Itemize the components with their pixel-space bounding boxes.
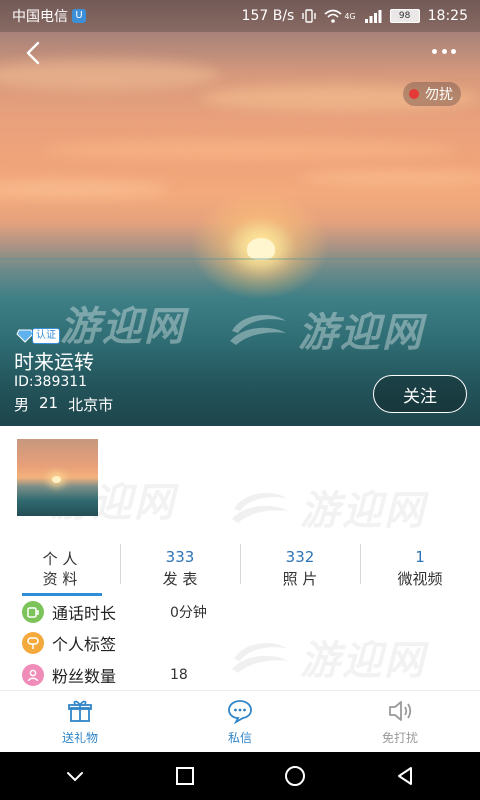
user-age: 21 [39,394,59,412]
private-message-label: 私信 [227,731,252,745]
info-row-call-duration: 通话时长 0分钟 [22,600,207,624]
tab-profile[interactable]: 个 人 资 料 [0,540,120,596]
watermark-text: 游迎网 [300,488,426,534]
clock: 18:25 [427,8,468,24]
tab-videos-count: 1 [415,548,425,566]
brand-logo-icon [230,315,286,345]
send-gift-button[interactable]: 送礼物 [0,691,160,752]
tab-profile-label-1: 个 人 [42,550,78,568]
user-nickname: 时来运转 [14,350,94,374]
vibrate-icon [302,9,317,23]
network-type: 4G [344,12,356,21]
tab-photos-count: 332 [285,548,315,566]
chevron-down-icon[interactable] [64,765,86,787]
user-city: 北京市 [68,396,114,414]
battery-indicator: 98 [389,9,420,23]
verified-label: 认证 [32,328,60,344]
watermark-text: 游迎网 [60,304,186,350]
do-not-disturb-label: 免打扰 [381,731,418,745]
private-message-button[interactable]: 私信 [160,691,320,752]
tab-profile-label-2: 资 料 [42,570,78,588]
recent-apps-icon[interactable] [174,765,196,787]
network-speed: 157 B/s [241,8,295,24]
brand-logo-icon [232,493,288,523]
dnd-label: 勿扰 [425,87,453,103]
photo-thumbnail[interactable] [17,439,98,516]
mute-icon [389,701,412,721]
active-tab-indicator [22,593,102,596]
status-dot-icon [409,89,419,99]
tab-posts[interactable]: 333 发 表 [120,540,240,596]
info-label: 通话时长 [52,604,117,623]
tab-videos[interactable]: 1 微视频 [360,540,480,596]
user-id: ID:389311 [14,374,88,390]
user-meta: 男 21 北京市 [14,394,113,415]
gift-icon [68,700,92,722]
dnd-status-badge: 勿扰 [403,82,461,106]
info-label: 粉丝数量 [52,667,117,686]
call-duration-icon [22,601,44,623]
verified-badge: 认证 [16,328,60,344]
action-bar: 送礼物 私信 免打扰 [0,690,480,752]
back-triangle-icon[interactable] [394,765,416,787]
watermark: 游迎网 [60,294,186,352]
home-icon[interactable] [284,765,306,787]
watermark-faint: 游迎网 [230,628,426,686]
tab-posts-count: 333 [165,548,195,566]
carrier-name: 中国电信 [12,9,68,25]
tab-photos-label: 照 片 [282,570,318,588]
info-value: 0分钟 [170,605,207,621]
carrier-badge: U [72,9,86,23]
send-gift-label: 送礼物 [61,731,98,745]
tab-photos[interactable]: 332 照 片 [240,540,360,596]
watermark-text: 游迎网 [298,310,424,356]
more-options-icon[interactable] [432,46,456,56]
info-label: 个人标签 [52,635,117,654]
info-row-tags[interactable]: 个人标签 [22,631,170,655]
watermark-logo: 游迎网 [228,300,424,358]
wifi-icon [324,9,342,23]
tab-posts-label: 发 表 [162,570,198,588]
follow-button[interactable]: 关注 [373,375,467,413]
do-not-disturb-button[interactable]: 免打扰 [320,691,480,752]
brand-logo-icon [232,643,288,673]
tab-videos-label: 微视频 [397,570,443,588]
user-gender: 男 [14,396,30,414]
profile-tabs: 个 人 资 料 333 发 表 332 照 片 1 微视频 [0,540,480,596]
message-icon [228,700,252,725]
info-row-fans: 粉丝数量 18 [22,663,188,687]
back-arrow-icon[interactable] [22,40,48,66]
watermark-text: 游迎网 [300,638,426,684]
watermark-faint: 游迎网 [230,478,426,536]
system-nav-bar [0,752,480,800]
signal-icon [364,10,382,23]
tag-icon [22,632,44,654]
fans-icon [22,664,44,686]
status-bar: 中国电信 U 157 B/s 4G 98 18:25 [0,0,480,32]
info-value: 18 [170,667,188,683]
